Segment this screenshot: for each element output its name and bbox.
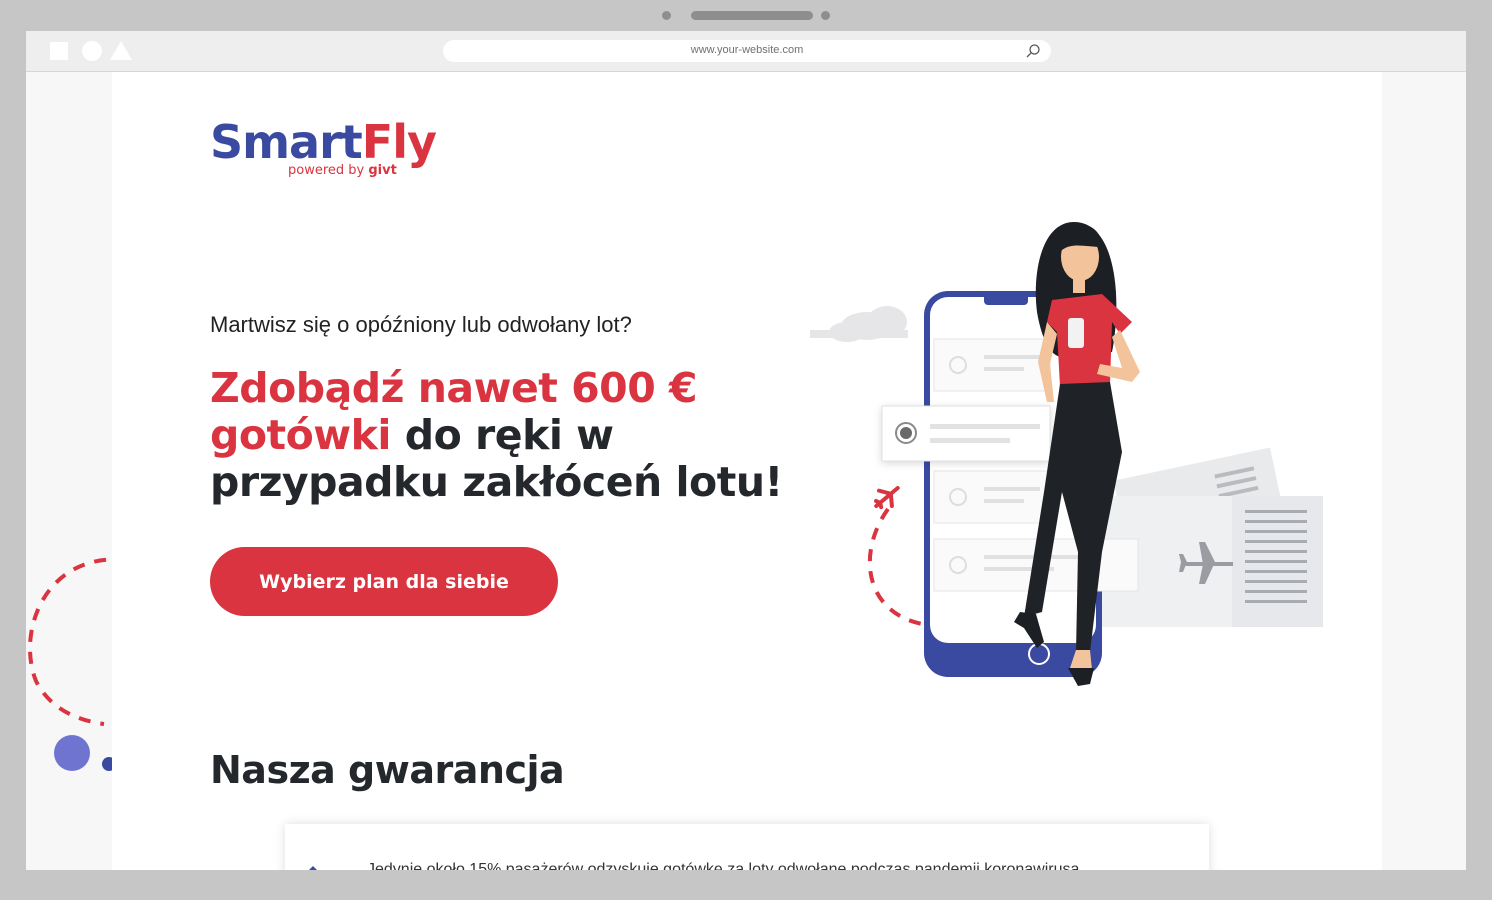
browser-window: www.your-website.com SmartFly powered by… [26,31,1466,870]
diamond-icon [309,866,317,870]
cloud-icon [810,306,908,342]
frame-dot-right [821,11,830,20]
frame-dot-left [662,11,671,20]
guarantee-title: Nasza gwarancja [210,748,565,792]
selected-card [881,405,1051,462]
phone-flight-path [867,507,923,626]
guarantee-item: Jedynie około 15% pasażerów odzyskuje go… [367,861,1084,870]
decor-dot-large [54,735,90,771]
guarantee-card: Jedynie około 15% pasażerów odzyskuje go… [285,824,1209,870]
landing-page: SmartFly powered by givt Martwisz się o … [112,72,1382,870]
frame-speaker-bar [691,11,813,20]
